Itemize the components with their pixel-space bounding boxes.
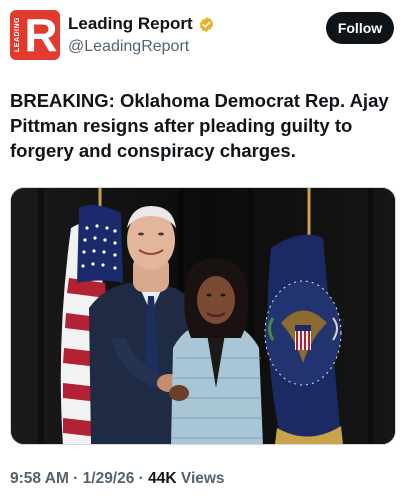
meta-separator: ·	[134, 470, 149, 487]
display-name[interactable]: Leading Report	[68, 14, 193, 34]
tweet-text: BREAKING: Oklahoma Democrat Rep. Ajay Pi…	[10, 90, 389, 161]
author-names: Leading Report @LeadingReport	[68, 14, 215, 58]
avatar[interactable]: LEADING R	[10, 10, 60, 60]
tweet-date[interactable]: 1/29/26	[83, 470, 135, 487]
display-name-row: Leading Report	[68, 14, 215, 34]
follow-button[interactable]: Follow	[326, 12, 394, 44]
views-label: Views	[176, 470, 225, 487]
tweet-time[interactable]: 9:58 AM	[10, 470, 69, 487]
tweet-meta: 9:58 AM · 1/29/26 · 44K Views	[10, 470, 225, 488]
handle[interactable]: @LeadingReport	[68, 36, 215, 58]
photo-image	[11, 188, 395, 444]
tweet-photo[interactable]	[10, 187, 396, 445]
meta-separator: ·	[68, 470, 83, 487]
tweet-header: LEADING R Leading Report @LeadingReport …	[10, 10, 396, 64]
verified-badge-icon	[199, 16, 213, 32]
avatar-letter: R	[24, 10, 58, 60]
views-count: 44K	[148, 470, 177, 487]
